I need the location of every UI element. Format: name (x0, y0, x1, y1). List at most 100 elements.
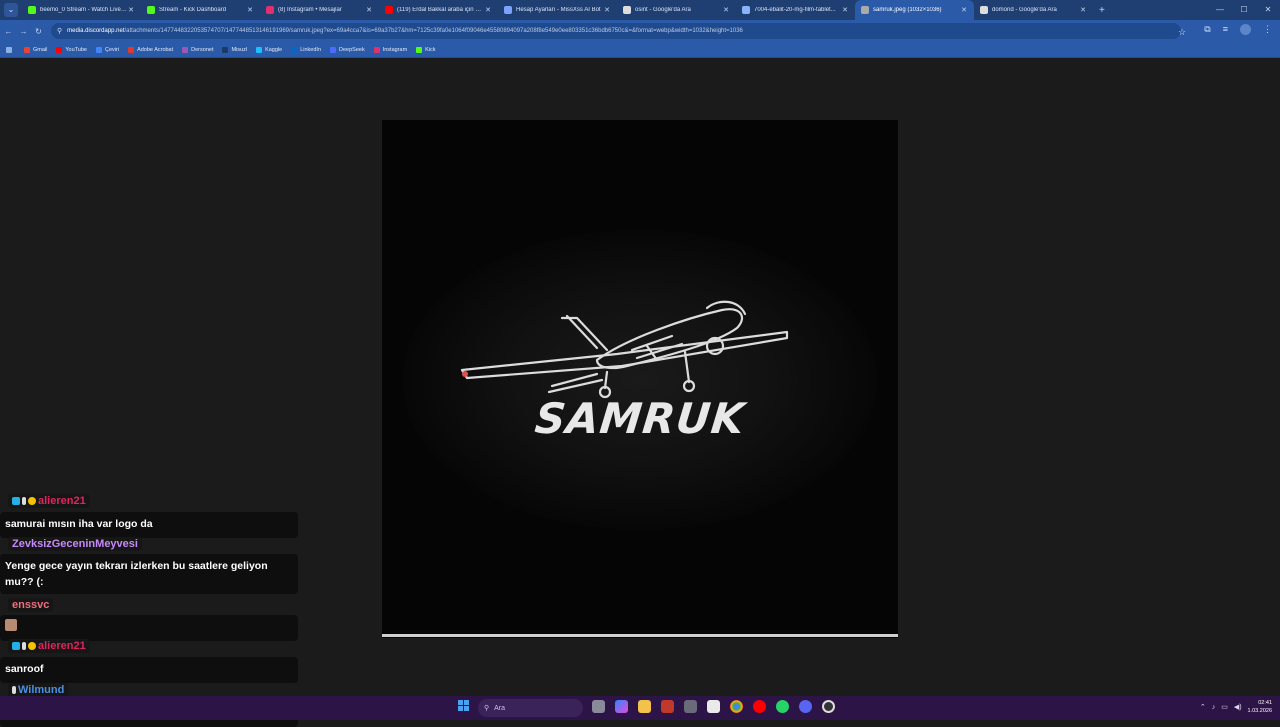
tab-label: Stream - Kick Dashboard (159, 7, 227, 13)
bookmark-item[interactable]: LinkedIn (291, 46, 321, 53)
media-controls-icon[interactable]: ≡ (1223, 24, 1228, 35)
bookmark-favicon-icon (222, 46, 229, 53)
tab-label: 7004-ebalit-20-mg-film-tablet... (754, 7, 836, 13)
clock[interactable]: 02:41 1.03.2026 (1248, 699, 1272, 715)
copilot-icon[interactable] (615, 700, 628, 713)
maximize-button[interactable]: ☐ (1232, 0, 1256, 20)
browser-tab[interactable]: (8) Instagram • Mesajlar ✕ (260, 0, 379, 20)
chat-username-box: Wilmund (8, 683, 69, 697)
bookmark-item[interactable]: Misuzl (222, 46, 248, 53)
tab-label: domond - Google'da Ara (992, 7, 1057, 13)
close-tab-icon[interactable]: ✕ (1079, 6, 1087, 14)
chat-message: ZevksizGeceninMeyvesi Yenge gece yayın t… (0, 534, 298, 594)
kick-icon (28, 6, 36, 14)
taskbar-search[interactable]: ⚲ Ara (478, 699, 583, 717)
whatsapp-icon[interactable] (776, 700, 789, 713)
close-tab-icon[interactable]: ✕ (603, 6, 611, 14)
bookmark-label: Kick (425, 46, 436, 53)
browser-tab[interactable]: beemo_0 Stream - Watch Live ... ✕ (22, 0, 141, 20)
chat-message: alieren21 sanroof (0, 637, 298, 683)
close-tab-icon[interactable]: ✕ (365, 6, 373, 14)
reload-button[interactable]: ↻ (32, 27, 45, 36)
chat-username[interactable]: ZevksizGeceninMeyvesi (12, 538, 138, 550)
tray-overflow-icon[interactable]: ⌃ (1200, 703, 1206, 711)
extensions-icon[interactable]: ⧉ (1204, 24, 1210, 35)
bookmark-item[interactable]: Kick (416, 46, 436, 53)
bookmark-favicon-icon (291, 46, 298, 53)
browser-tab[interactable]: osint - Google'da Ara ✕ (617, 0, 736, 20)
bookmark-item[interactable]: DeepSeek (330, 46, 365, 53)
site-info-icon[interactable]: ⚲ (57, 27, 62, 35)
bookmark-item[interactable]: Çeviri (96, 46, 119, 53)
image-bottom-border (382, 634, 898, 637)
browser-tab[interactable]: Hesap Ayarları - MissXss AI Bot ✕ (498, 0, 617, 20)
new-tab-button[interactable]: + (1099, 5, 1105, 16)
bookmark-item[interactable]: Gmail (24, 46, 48, 53)
profile-avatar[interactable] (1240, 24, 1251, 35)
bookmark-favicon-icon (182, 46, 189, 53)
chat-username[interactable]: enssvc (12, 599, 49, 611)
bookmark-item[interactable]: Instagram (373, 46, 408, 53)
close-tab-icon[interactable]: ✕ (484, 6, 492, 14)
bookmark-label: YouTube (65, 46, 87, 53)
bookmark-favicon-icon (128, 46, 135, 53)
bookmark-item[interactable]: Kaggle (256, 46, 283, 53)
close-tab-icon[interactable]: ✕ (246, 6, 254, 14)
browser-tab[interactable]: samruk.jpeg (1032×1036) ✕ (855, 0, 974, 20)
close-tab-icon[interactable]: ✕ (127, 6, 135, 14)
close-tab-icon[interactable]: ✕ (722, 6, 730, 14)
microphone-icon[interactable]: ♪ (1212, 704, 1216, 711)
url-bar[interactable]: ⚲ media.discordapp.net/attachments/14774… (51, 23, 1181, 39)
bookmark-label: Misuzl (231, 46, 248, 53)
chat-username-box: alieren21 (8, 494, 90, 508)
bookmarks-bar: Gmail YouTube Çeviri Adobe Acrobat Dersonet M… (0, 42, 1280, 58)
menu-icon[interactable]: ⋮ (1263, 24, 1272, 35)
youtube-app-icon[interactable] (753, 700, 766, 713)
bookmark-item[interactable]: YouTube (56, 46, 87, 53)
bookmark-favicon-icon (416, 46, 423, 53)
browser-tab[interactable]: (119) Erdal Bakkal araba için pa... ✕ (379, 0, 498, 20)
apps-grid-icon[interactable] (6, 46, 15, 53)
minimize-button[interactable]: — (1208, 0, 1232, 20)
bookmark-label: Instagram (382, 46, 408, 53)
close-window-button[interactable]: ✕ (1256, 0, 1280, 20)
music-badge-icon (22, 497, 26, 505)
chat-username[interactable]: alieren21 (38, 495, 86, 507)
toolbar-icons: ⧉ ≡ ⋮ (1204, 24, 1272, 35)
bookmark-label: Kaggle (265, 46, 283, 53)
google-icon (980, 6, 988, 14)
browser-tab[interactable]: 7004-ebalit-20-mg-film-tablet... ✕ (736, 0, 855, 20)
network-icon[interactable]: ▭ (1221, 703, 1228, 711)
tab-search-button[interactable]: ⌄ (4, 3, 18, 17)
start-button[interactable] (458, 700, 470, 712)
file-explorer-icon[interactable] (638, 700, 651, 713)
chat-username[interactable]: Wilmund (18, 684, 64, 696)
volume-icon[interactable]: ◀) (1234, 703, 1242, 711)
obs-icon[interactable] (822, 700, 835, 713)
close-tab-icon[interactable]: ✕ (960, 6, 968, 14)
bookmark-item[interactable]: Adobe Acrobat (128, 46, 173, 53)
bookmark-favicon-icon (330, 46, 337, 53)
chat-username[interactable]: alieren21 (38, 640, 86, 652)
forward-button[interactable]: → (17, 27, 30, 36)
bookmark-star-icon[interactable]: ☆ (1178, 27, 1186, 38)
discord-icon[interactable] (799, 700, 812, 713)
samruk-image[interactable]: SAMRUK (382, 120, 898, 638)
tab-label: samruk.jpeg (1032×1036) (873, 7, 942, 13)
browser-tab[interactable]: Stream - Kick Dashboard ✕ (141, 0, 260, 20)
chrome-icon[interactable] (730, 700, 743, 713)
bookmark-label: Gmail (33, 46, 48, 53)
task-view-icon[interactable] (592, 700, 605, 713)
back-button[interactable]: ← (2, 27, 15, 36)
calculator-app-icon[interactable] (661, 700, 674, 713)
close-tab-icon[interactable]: ✕ (841, 6, 849, 14)
store-icon[interactable] (684, 700, 697, 713)
browser-tab[interactable]: domond - Google'da Ara ✕ (974, 0, 1093, 20)
search-icon: ⚲ (484, 705, 490, 712)
warning-badge-icon (28, 497, 36, 505)
verified-badge-icon (12, 642, 20, 650)
tab-label: osint - Google'da Ara (635, 7, 691, 13)
chat-text: Yenge gece yayın tekrarı izlerken bu saa… (0, 554, 298, 594)
capcut-icon[interactable] (707, 700, 720, 713)
bookmark-item[interactable]: Dersonet (182, 46, 213, 53)
